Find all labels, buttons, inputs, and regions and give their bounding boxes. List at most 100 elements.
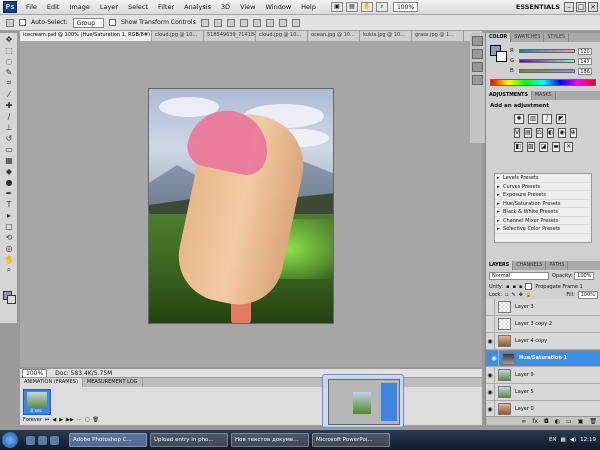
menu-edit[interactable]: Edit [42, 3, 65, 11]
layer-row-selected[interactable]: ◉ Hue/Saturation 1 [486, 350, 600, 367]
zoom-level[interactable]: 100% [392, 2, 419, 12]
tab-icecream[interactable]: icecream.psd @ 100% (Hue/Saturation 1, R… [20, 31, 152, 41]
first-frame-icon[interactable]: ⏮ [45, 417, 50, 423]
zoom-tool-icon[interactable]: ⌕ [375, 2, 388, 12]
selective-color-icon[interactable]: ✕ [564, 142, 573, 152]
crop-tool-icon[interactable]: ⌗ [2, 78, 16, 88]
blend-mode-select[interactable]: Normal [489, 272, 549, 280]
navigator-icon[interactable] [472, 62, 483, 72]
actions-icon[interactable] [472, 49, 483, 59]
delete-layer-icon[interactable]: 🗑 [589, 417, 597, 425]
align-right-icon[interactable] [265, 18, 274, 27]
red-value[interactable]: 120 [578, 47, 592, 55]
blue-value[interactable]: 186 [578, 67, 592, 75]
distribute-icon[interactable] [278, 18, 287, 27]
tab-adjustments[interactable]: ADJUSTMENTS [486, 91, 532, 100]
auto-align-icon[interactable] [291, 18, 300, 27]
eye-icon[interactable]: ◉ [486, 366, 495, 384]
menu-image[interactable]: Image [64, 3, 94, 11]
show-transform-checkbox[interactable] [109, 19, 117, 26]
layer-row[interactable]: Layer 3 [486, 298, 600, 316]
lock-transparency-icon[interactable]: ▫ [505, 292, 508, 298]
photo-filter-icon[interactable]: ◉ [558, 128, 566, 138]
task-powerpoint[interactable]: Microsoft PowerPoi... [312, 433, 390, 447]
preset-hue-saturation[interactable]: Hue/Saturation Presets [495, 200, 591, 208]
levels-icon[interactable]: ▥ [528, 114, 538, 124]
menu-view[interactable]: View [235, 3, 260, 11]
visibility-toggle[interactable] [486, 315, 495, 333]
exposure-icon[interactable]: ◩ [556, 114, 566, 124]
shape-tool-icon[interactable]: ▢ [2, 221, 16, 231]
new-adjustment-icon[interactable]: ◐ [555, 417, 560, 425]
dodge-tool-icon[interactable]: ● [2, 177, 16, 187]
next-frame-icon[interactable]: ▶▶ [66, 417, 74, 423]
quick-select-tool-icon[interactable]: ✎ [2, 67, 16, 77]
tab-styles[interactable]: STYLES [544, 33, 570, 42]
align-middle-icon[interactable] [213, 18, 222, 27]
folder-icon[interactable] [50, 435, 59, 445]
lasso-tool-icon[interactable]: ◌ [2, 56, 16, 66]
new-group-icon[interactable]: ▭ [566, 417, 572, 425]
eye-icon[interactable]: ◉ [486, 383, 495, 401]
fill-value[interactable]: 100% [577, 291, 598, 299]
marquee-tool-icon[interactable]: ⬚ [2, 45, 16, 55]
lock-all-icon[interactable]: 🔒 [526, 292, 532, 298]
task-upload-entry[interactable]: Upload entry in pho... [150, 433, 228, 447]
link-layers-icon[interactable]: ∞ [521, 417, 526, 425]
tab-ocean[interactable]: ocean.jpg @ 10... [308, 31, 360, 41]
close-icon[interactable]: × [588, 2, 598, 12]
move-tool-icon[interactable] [6, 18, 14, 27]
layer-style-icon[interactable]: fx [532, 417, 538, 425]
preset-black-white[interactable]: Black & White Presets [495, 208, 591, 217]
hand-tool-icon[interactable]: ✋ [2, 254, 16, 264]
eye-icon[interactable]: ◉ [490, 350, 499, 367]
history-brush-tool-icon[interactable]: ↺ [2, 133, 16, 143]
hand-tool-icon[interactable]: ✋ [360, 2, 373, 12]
background-color-swatch[interactable] [7, 295, 16, 304]
layer-row[interactable]: ◉ Layer 9 [486, 366, 600, 384]
language-indicator[interactable]: EN [549, 437, 557, 443]
color-spectrum-bar[interactable] [490, 79, 596, 86]
menu-layer[interactable]: Layer [95, 3, 123, 11]
menu-analysis[interactable]: Analysis [179, 3, 216, 11]
gradient-map-icon[interactable]: ▬ [551, 142, 561, 152]
zoom-tool-icon[interactable]: ⌕ [2, 265, 16, 275]
threshold-icon[interactable]: ◪ [539, 142, 548, 152]
clone-stamp-tool-icon[interactable]: ⊥ [2, 122, 16, 132]
3d-orbit-tool-icon[interactable]: ◎ [2, 243, 16, 253]
eyedropper-tool-icon[interactable]: ⁄ [2, 89, 16, 99]
tab-channels[interactable]: CHANNELS [513, 261, 547, 270]
green-slider[interactable] [519, 59, 575, 63]
tab-swatches[interactable]: SWATCHES [511, 33, 545, 42]
lock-pixels-icon[interactable]: ✎ [511, 292, 515, 298]
clock[interactable]: 12:19 [580, 437, 596, 443]
maximize-icon[interactable]: □ [576, 2, 586, 12]
path-select-tool-icon[interactable]: ▸ [2, 210, 16, 220]
unify-position-icon[interactable]: ▪ [506, 284, 509, 290]
3d-rotate-tool-icon[interactable]: ⟲ [2, 232, 16, 242]
tab-layers[interactable]: LAYERS [486, 261, 514, 270]
tween-icon[interactable]: ⋯ [77, 417, 82, 423]
menu-window[interactable]: Window [261, 3, 297, 11]
gradient-tool-icon[interactable]: ▦ [2, 155, 16, 165]
preset-selective-color[interactable]: Selective Color Presets [495, 225, 591, 234]
preset-exposure[interactable]: Exposure Presets [495, 191, 591, 200]
eye-icon[interactable]: ◉ [486, 400, 495, 418]
tab-cloud-2[interactable]: cloud.jpg @ 10... [256, 31, 308, 41]
black-white-icon[interactable]: ◐ [547, 128, 555, 138]
color-balance-icon[interactable]: ⚖ [535, 128, 544, 138]
network-icon[interactable]: ▦ [561, 437, 566, 443]
menu-select[interactable]: Select [123, 3, 153, 11]
tab-cloud[interactable]: cloud.jpg @ 10... [152, 31, 204, 41]
start-button[interactable] [2, 432, 18, 448]
align-left-icon[interactable] [239, 18, 248, 27]
tab-color[interactable]: COLOR [486, 33, 512, 42]
delete-frame-icon[interactable]: 🗑 [93, 417, 99, 423]
menu-filter[interactable]: Filter [153, 3, 179, 11]
image-canvas[interactable] [148, 88, 334, 324]
tab-paths[interactable]: PATHS [546, 261, 569, 270]
layer-row[interactable]: Layer 3 copy 2 [486, 315, 600, 333]
media-player-icon[interactable] [38, 435, 47, 445]
workspace-switcher[interactable]: ESSENTIALS [516, 3, 560, 11]
volume-icon[interactable]: ◀) [570, 437, 576, 443]
